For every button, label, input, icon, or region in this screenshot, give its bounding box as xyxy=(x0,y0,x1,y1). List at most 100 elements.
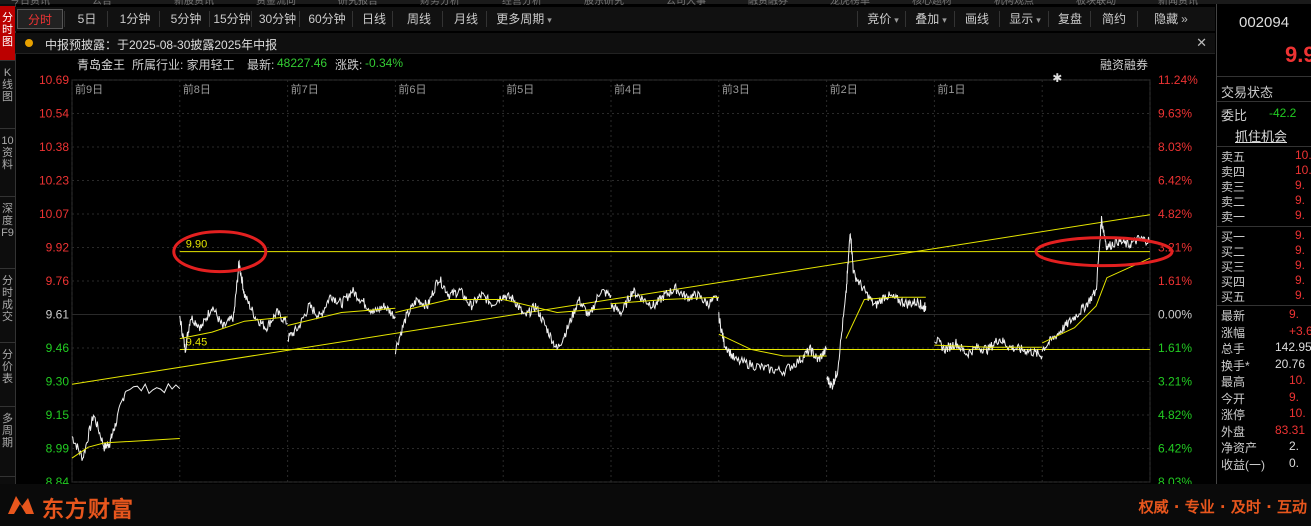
period-button[interactable]: 更多周期 ▾ xyxy=(489,9,559,29)
bid-level-price[interactable]: 9. xyxy=(1295,258,1305,272)
toolbar-divider xyxy=(954,11,955,27)
day-label: 前2日 xyxy=(830,82,858,96)
toolbar-action-button[interactable]: 复盘 xyxy=(1051,9,1089,29)
quote-stat-value: +3.6 xyxy=(1289,323,1311,338)
price-tick-label: 8.84 xyxy=(46,475,70,484)
price-tick-label: 10.69 xyxy=(39,73,69,87)
top-menu-item[interactable]: 新闻资讯 xyxy=(1158,0,1198,7)
grab-opportunity-link[interactable]: 抓住机会 xyxy=(1235,126,1287,145)
toolbar-divider xyxy=(999,11,1000,27)
stock-info-row: 青岛金王 所属行业: 家用轻工 最新: 48227.46 涨跌: -0.34% … xyxy=(15,54,1215,72)
top-menu-item[interactable]: 新股资讯 xyxy=(174,0,214,7)
panel-divider xyxy=(1217,305,1311,306)
top-menu-item[interactable]: 板块联动 xyxy=(1076,0,1116,7)
day-label: 前1日 xyxy=(937,82,965,96)
price-tick-label: 9.15 xyxy=(46,408,70,422)
double-chevron-right-icon: » xyxy=(1181,12,1188,26)
top-menu-item[interactable]: 今日资讯 xyxy=(10,0,50,7)
toolbar-action-button[interactable]: 隐藏» xyxy=(1140,9,1202,29)
price-tick-label: 9.46 xyxy=(46,341,70,355)
top-menu-item[interactable]: 资金流向 xyxy=(256,0,296,7)
quote-stat-label: 总手 xyxy=(1221,342,1246,356)
quote-stat-value: 9. xyxy=(1289,389,1300,404)
toolbar-divider xyxy=(251,11,252,27)
panel-divider xyxy=(1217,76,1311,77)
ask-level-price[interactable]: 9. xyxy=(1295,208,1305,222)
ask-level-label: 卖一 xyxy=(1221,210,1246,224)
period-button[interactable]: 1分钟 xyxy=(110,9,160,29)
chevron-down-icon: ▾ xyxy=(894,15,899,25)
toolbar-action-button[interactable]: 叠加 ▾ xyxy=(908,9,954,29)
top-menu-item[interactable]: 经营分析 xyxy=(502,0,542,7)
toolbar-divider xyxy=(905,11,906,27)
star-marker-icon: ✱ xyxy=(1052,72,1062,85)
bid-level-price[interactable]: 9. xyxy=(1295,273,1305,287)
toolbar-divider xyxy=(64,11,65,27)
quote-stat-value: 10. xyxy=(1289,406,1306,420)
period-button[interactable]: 月线 xyxy=(445,9,487,29)
top-menu-item[interactable]: 公司大事 xyxy=(666,0,706,7)
period-button[interactable]: 30分钟 xyxy=(254,9,301,29)
announcement-banner: 中报预披露：于2025-08-30披露2025年中报 ✕ xyxy=(15,33,1215,54)
change-label: 涨跌: xyxy=(335,58,363,72)
toolbar-action-button[interactable]: 竞价 ▾ xyxy=(860,9,906,29)
top-menu-item[interactable]: 财务分析 xyxy=(420,0,460,7)
stock-name: 青岛金王 xyxy=(77,58,126,72)
ask-level-price[interactable]: 10. xyxy=(1295,148,1311,162)
bid-level-price[interactable]: 9. xyxy=(1295,228,1305,242)
chevron-down-icon: ▾ xyxy=(942,15,947,25)
price-tick-label: 10.54 xyxy=(39,107,69,121)
ask-level-price[interactable]: 10. xyxy=(1295,163,1311,177)
period-button[interactable]: 分时 xyxy=(17,9,63,29)
change-value: -0.34% xyxy=(365,56,404,70)
bell-icon xyxy=(25,39,33,47)
ask-level-price[interactable]: 9. xyxy=(1295,193,1305,207)
price-tick-label: 9.30 xyxy=(46,375,70,389)
industry-label: 所属行业: 家用轻工 xyxy=(132,58,235,72)
margin-trading-link[interactable]: 融资融券 xyxy=(1100,56,1148,73)
left-tab[interactable]: 分 时 图 xyxy=(0,6,15,61)
period-button[interactable]: 60分钟 xyxy=(302,9,352,29)
top-menu-item[interactable]: 龙虎榜单 xyxy=(830,0,870,7)
top-menu-item[interactable]: 机构观点 xyxy=(994,0,1034,7)
toolbar-divider xyxy=(1137,11,1138,27)
quote-stat-label: 涨幅 xyxy=(1221,325,1246,340)
percent-tick-label: 3.21% xyxy=(1158,241,1192,255)
toolbar-action-button[interactable]: 画线 xyxy=(957,9,997,29)
quote-stat-label: 净资产 xyxy=(1221,441,1258,455)
quote-stat-value: 83.31 xyxy=(1275,422,1306,437)
toolbar-divider xyxy=(857,11,858,27)
price-tick-label: 10.07 xyxy=(39,207,69,221)
quote-stat-label: 外盘 xyxy=(1221,424,1246,439)
price-tick-label: 9.61 xyxy=(46,308,70,322)
period-button[interactable]: 15分钟 xyxy=(212,9,252,29)
top-menu-item[interactable]: 公告 xyxy=(92,0,112,7)
period-button[interactable]: 5日 xyxy=(67,9,107,29)
toolbar-divider xyxy=(1048,11,1049,27)
price-line xyxy=(502,288,612,351)
weibi-value: -42.2 xyxy=(1269,106,1297,120)
toolbar-action-button[interactable]: 显示 ▾ xyxy=(1002,9,1048,29)
toolbar-divider xyxy=(1090,11,1091,27)
quote-stat-value: 0. xyxy=(1289,455,1300,470)
top-menu-item[interactable]: 核心题材 xyxy=(912,0,952,7)
toolbar-action-button[interactable]: 简约 xyxy=(1093,9,1135,29)
period-button[interactable]: 周线 xyxy=(395,9,443,29)
quote-panel: 0020949.9交易状态委比-42.2抓住机会卖五10.卖四10.卖三9.卖二… xyxy=(1216,4,1311,484)
average-price-line xyxy=(1041,257,1151,344)
toolbar-divider xyxy=(299,11,300,27)
close-icon[interactable]: ✕ xyxy=(1196,35,1207,51)
top-menu-item[interactable]: 研究报告 xyxy=(338,0,378,7)
top-menu-item[interactable]: 股东研究 xyxy=(584,0,624,7)
period-button[interactable]: 日线 xyxy=(355,9,393,29)
latest-value: 48227.46 xyxy=(277,56,328,70)
percent-tick-label: 3.21% xyxy=(1158,375,1192,389)
intraday-multiday-chart: 10.69 11.24% 10.54 9.63% 10.38 8.03% 10.23 6.42… xyxy=(39,72,1198,484)
bid-level-price[interactable]: 9. xyxy=(1295,288,1305,302)
ask-level-price[interactable]: 9. xyxy=(1295,178,1305,192)
top-menu-item[interactable]: 融资融券 xyxy=(748,0,788,7)
bid-level-price[interactable]: 9. xyxy=(1295,243,1305,257)
price-line xyxy=(394,276,504,355)
chart-toolbar: 分时 5日 1分钟 5分钟 15分钟 30分钟 60分钟 日线 周线 月线 更多周期 ▾ 竞价 ▾ 叠加 ▾ 画… xyxy=(15,7,1215,31)
period-button[interactable]: 5分钟 xyxy=(162,9,210,29)
